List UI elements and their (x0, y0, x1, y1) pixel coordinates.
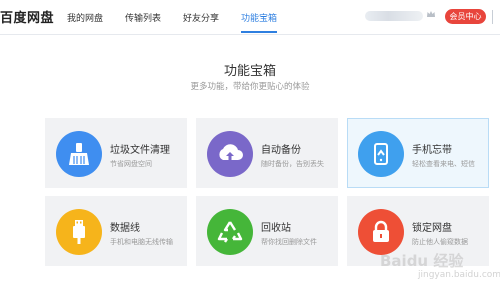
feature-card-recycle-bin[interactable]: 回收站 帮你找回删除文件 (196, 196, 338, 266)
feature-card-data-cable[interactable]: 数据线 手机和电脑无线传输 (45, 196, 187, 266)
phone-icon (358, 131, 404, 177)
feature-desc: 轻松查看来电、短信 (412, 160, 475, 168)
cloud-upload-icon (207, 131, 253, 177)
tab-transfer-list[interactable]: 传输列表 (125, 11, 161, 24)
broom-icon (56, 131, 102, 177)
watermark-url: jingyan.baidu.com (418, 270, 500, 280)
feature-desc: 帮你找回删除文件 (261, 238, 317, 246)
feature-desc: 防止他人偷窥数据 (412, 238, 468, 246)
feature-card-forgot-phone[interactable]: 手机忘带 轻松查看来电、短信 (347, 118, 489, 188)
top-bar: 百度网盘 我的网盘 传输列表 好友分享 功能宝箱 会员中心 (0, 0, 500, 35)
main-nav: 我的网盘 传输列表 好友分享 功能宝箱 (67, 11, 299, 33)
feature-name: 数据线 (110, 223, 140, 234)
lock-icon (358, 209, 404, 255)
watermark-logo: Baidu 经验 (380, 252, 464, 270)
page-subtitle: 更多功能，带给你更贴心的体验 (190, 82, 310, 92)
tab-feature-box[interactable]: 功能宝箱 (241, 11, 278, 33)
tab-my-disk[interactable]: 我的网盘 (67, 11, 103, 24)
feature-name: 回收站 (261, 223, 291, 234)
feature-desc: 随时备份，告别丢失 (261, 160, 324, 168)
page-title: 功能宝箱 (223, 64, 276, 79)
feature-name: 手机忘带 (412, 145, 452, 156)
feature-card-auto-backup[interactable]: 自动备份 随时备份，告别丢失 (196, 118, 338, 188)
header-divider (492, 10, 493, 24)
feature-desc: 节省网盘空间 (110, 160, 152, 168)
feature-name: 垃圾文件清理 (110, 145, 170, 156)
username-blurred[interactable] (365, 11, 423, 21)
app-logo[interactable]: 百度网盘 (0, 7, 54, 26)
feature-card-junk-cleanup[interactable]: 垃圾文件清理 节省网盘空间 (45, 118, 187, 188)
vip-center-button[interactable]: 会员中心 (445, 9, 486, 24)
feature-desc: 手机和电脑无线传输 (110, 238, 173, 246)
crown-icon (427, 11, 435, 17)
feature-name: 自动备份 (261, 145, 301, 156)
recycle-icon (207, 209, 253, 255)
feature-name: 锁定网盘 (412, 223, 452, 234)
tab-friend-share[interactable]: 好友分享 (183, 11, 219, 24)
usb-icon (56, 209, 102, 255)
